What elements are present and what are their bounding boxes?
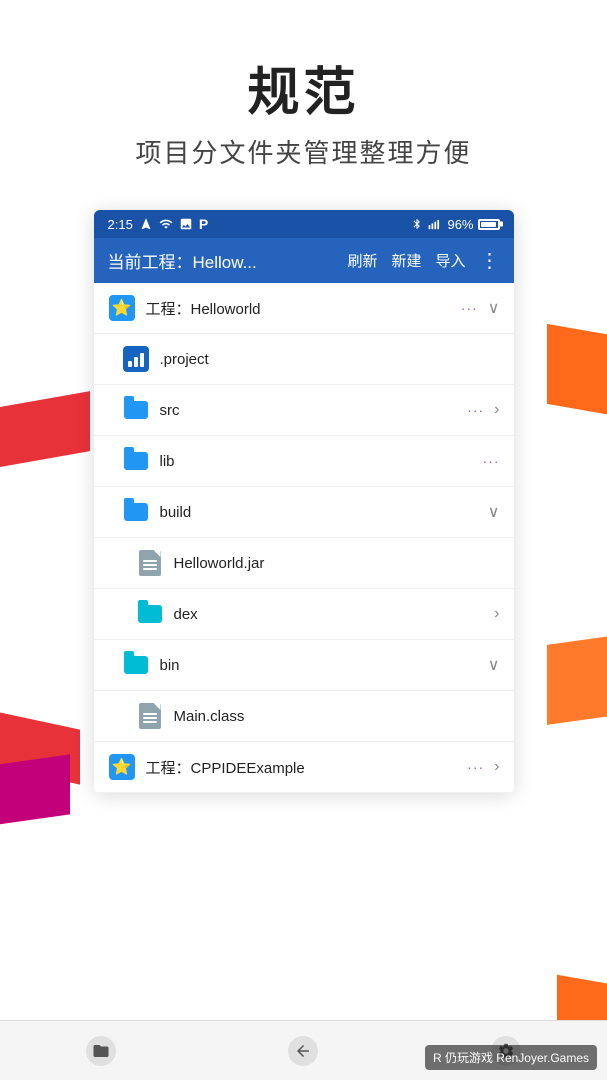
folder-blue-icon — [122, 498, 150, 526]
navigation-icon — [139, 217, 153, 231]
page-header: 规范 项目分文件夹管理整理方便 — [0, 0, 607, 190]
file-name: Helloworld.jar — [174, 555, 500, 572]
status-right: 96% — [411, 217, 499, 232]
list-item[interactable]: build ∨ — [94, 487, 514, 538]
battery-icon — [478, 219, 500, 230]
list-item[interactable]: .project — [94, 334, 514, 385]
project-star-icon: ⭐ — [108, 294, 136, 322]
new-button[interactable]: 新建 — [391, 250, 421, 271]
chevron-down-icon[interactable]: ∨ — [488, 298, 500, 318]
file-name: 工程：CPPIDEExample — [146, 757, 458, 778]
item-dots-icon[interactable]: ··· — [461, 300, 478, 316]
watermark-text: 仍玩游戏 RenJoyer.Games — [445, 1051, 589, 1065]
wifi-icon — [159, 217, 173, 231]
file-name: src — [160, 402, 458, 419]
nav-item-files[interactable] — [86, 1036, 116, 1066]
chevron-right-icon[interactable]: › — [494, 758, 499, 776]
item-dots-icon[interactable]: ··· — [483, 453, 500, 469]
deco-purple-left — [0, 754, 70, 825]
folder-blue-icon — [122, 447, 150, 475]
item-dots-icon[interactable]: ··· — [467, 759, 484, 775]
page-title: 规范 — [0, 50, 607, 125]
doc-icon — [136, 702, 164, 730]
folder-blue-icon — [122, 396, 150, 424]
status-time: 2:15 — [108, 217, 133, 232]
chevron-down-icon[interactable]: ∨ — [488, 655, 500, 675]
import-button[interactable]: 导入 — [435, 250, 465, 271]
chevron-down-icon[interactable]: ∨ — [488, 502, 500, 522]
list-item[interactable]: ⭐ 工程：CPPIDEExample ··· › — [94, 742, 514, 793]
status-bar: 2:15 P — [94, 210, 514, 238]
watermark-icon: R — [433, 1051, 442, 1065]
list-item[interactable]: src ··· › — [94, 385, 514, 436]
file-name: lib — [160, 453, 473, 470]
folder-cyan-icon — [122, 651, 150, 679]
photo-icon — [179, 217, 193, 231]
status-left: 2:15 P — [108, 216, 209, 232]
list-item[interactable]: Helloworld.jar — [94, 538, 514, 589]
list-item[interactable]: ⭐ 工程：Helloworld ··· ∨ — [94, 283, 514, 334]
file-name: 工程：Helloworld — [146, 298, 451, 319]
refresh-button[interactable]: 刷新 — [347, 250, 377, 271]
bluetooth-icon — [411, 217, 423, 231]
deco-orange-right2 — [547, 635, 607, 725]
file-name: bin — [160, 657, 478, 674]
watermark: R 仍玩游戏 RenJoyer.Games — [425, 1045, 597, 1070]
phone-mockup: 2:15 P — [94, 210, 514, 793]
list-item[interactable]: bin ∨ — [94, 640, 514, 691]
more-options-button[interactable]: ⋮ — [480, 248, 500, 273]
deco-red-left — [0, 391, 90, 469]
file-name: .project — [160, 351, 500, 368]
nav-item-back[interactable] — [288, 1036, 318, 1066]
chevron-right-icon[interactable]: › — [494, 401, 499, 419]
chevron-right-icon[interactable]: › — [494, 605, 499, 623]
page-subtitle: 项目分文件夹管理整理方便 — [0, 133, 607, 170]
doc-icon — [136, 549, 164, 577]
signal-icon — [427, 217, 443, 231]
list-item[interactable]: dex › — [94, 589, 514, 640]
list-item[interactable]: Main.class — [94, 691, 514, 742]
deco-orange-right — [547, 324, 607, 416]
battery-percent: 96% — [447, 217, 473, 232]
back-icon — [288, 1036, 318, 1066]
toolbar: 当前工程：Hellow... 刷新 新建 导入 ⋮ — [94, 238, 514, 283]
toolbar-title: 当前工程：Hellow... — [108, 248, 348, 273]
project-star-icon: ⭐ — [108, 753, 136, 781]
item-dots-icon[interactable]: ··· — [467, 402, 484, 418]
file-name: build — [160, 504, 478, 521]
file-list: ⭐ 工程：Helloworld ··· ∨ .project — [94, 283, 514, 793]
list-item[interactable]: lib ··· — [94, 436, 514, 487]
p-icon: P — [199, 216, 208, 232]
files-icon — [86, 1036, 116, 1066]
file-name: Main.class — [174, 708, 500, 725]
file-name: dex — [174, 606, 485, 623]
chart-icon — [122, 345, 150, 373]
toolbar-actions[interactable]: 刷新 新建 导入 ⋮ — [347, 248, 499, 273]
folder-cyan-icon — [136, 600, 164, 628]
